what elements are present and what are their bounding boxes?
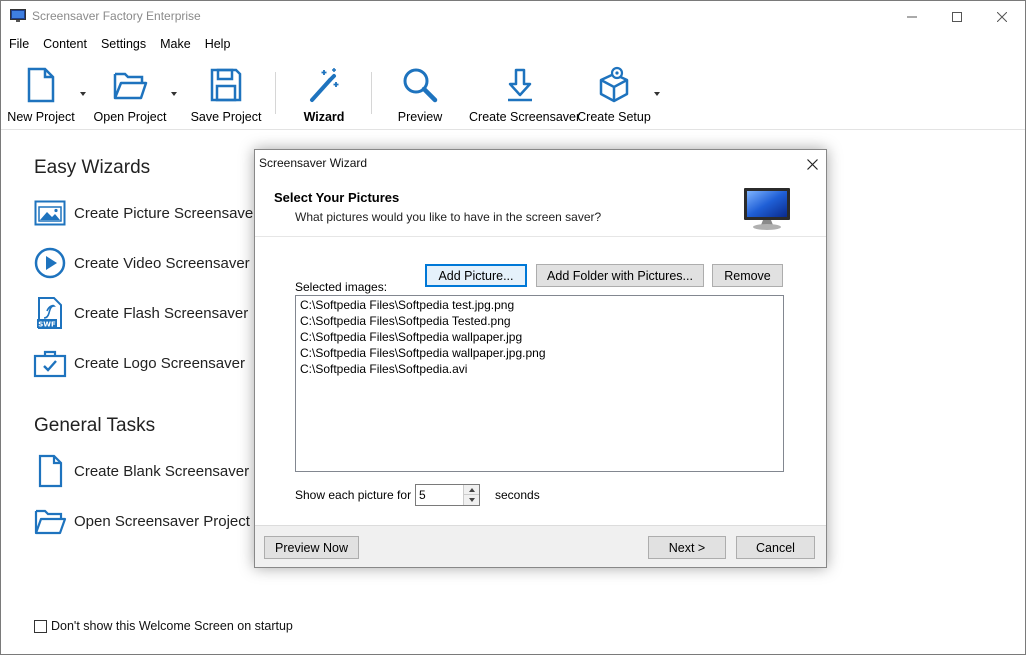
- monitor-icon: [744, 188, 790, 230]
- list-item[interactable]: C:\Softpedia Files\Softpedia test.jpg.pn…: [300, 297, 783, 313]
- selected-images-label: Selected images:: [295, 280, 388, 294]
- magnifier-icon: [403, 68, 438, 103]
- show-each-label: Show each picture for: [295, 488, 412, 502]
- folder-open-icon: [34, 509, 67, 535]
- close-icon: [997, 11, 1007, 22]
- list-item[interactable]: C:\Softpedia Files\Softpedia wallpaper.j…: [300, 345, 783, 361]
- selected-images-list[interactable]: C:\Softpedia Files\Softpedia test.jpg.pn…: [295, 295, 784, 472]
- create-logo-screensaver-link[interactable]: Create Logo Screensaver: [33, 346, 245, 380]
- save-disk-icon: [210, 68, 242, 102]
- open-project-button[interactable]: Open Project: [93, 66, 167, 130]
- task-label: Create Picture Screensaver: [74, 204, 259, 222]
- add-picture-button[interactable]: Add Picture...: [425, 264, 527, 287]
- open-folder-icon: [113, 72, 148, 100]
- app-monitor-icon: [10, 9, 26, 22]
- startup-checkbox-row[interactable]: Don't show this Welcome Screen on startu…: [34, 619, 293, 633]
- general-tasks-heading: General Tasks: [34, 415, 156, 436]
- new-document-icon: [27, 67, 55, 103]
- cancel-button[interactable]: Cancel: [736, 536, 815, 559]
- app-window: Screensaver Factory Enterprise File Cont…: [0, 0, 1026, 655]
- screensaver-wizard-dialog: Screensaver Wizard Select Your Pictures …: [254, 149, 827, 568]
- spinner-buttons: [463, 485, 479, 505]
- task-label: Create Logo Screensaver: [74, 354, 245, 372]
- menu-settings[interactable]: Settings: [94, 34, 153, 54]
- arrow-down-icon: [468, 498, 475, 502]
- briefcase-check-icon: [33, 350, 67, 378]
- menu-bar: File Content Settings Make Help: [1, 34, 237, 54]
- minimize-icon: [907, 16, 917, 17]
- toolbar-separator: [371, 72, 372, 114]
- menu-content[interactable]: Content: [36, 34, 94, 54]
- open-screensaver-project-link[interactable]: Open Screensaver Project: [33, 504, 250, 538]
- title-bar: Screensaver Factory Enterprise: [1, 1, 1025, 32]
- startup-checkbox[interactable]: [34, 619, 47, 633]
- menu-help[interactable]: Help: [198, 34, 238, 54]
- menu-file[interactable]: File: [1, 34, 36, 54]
- list-item[interactable]: C:\Softpedia Files\Softpedia.avi: [300, 361, 783, 377]
- blank-document-icon: [38, 454, 63, 488]
- seconds-value[interactable]: 5: [419, 488, 426, 502]
- create-screensaver-button[interactable]: Create Screensaver: [469, 66, 581, 130]
- svg-text:SWF: SWF: [38, 321, 56, 329]
- task-label: Create Blank Screensaver: [74, 462, 250, 480]
- picture-icon: [34, 200, 66, 226]
- startup-checkbox-label: Don't show this Welcome Screen on startu…: [51, 619, 293, 633]
- preview-now-button[interactable]: Preview Now: [264, 536, 359, 559]
- play-circle-icon: [34, 247, 66, 279]
- setup-box-icon: [599, 66, 629, 103]
- wizard-label: Wizard: [303, 110, 345, 124]
- header-separator: [255, 236, 826, 237]
- new-project-dropdown-arrow[interactable]: [80, 92, 86, 96]
- create-video-screensaver-link[interactable]: Create Video Screensaver: [33, 246, 250, 280]
- seconds-label: seconds: [495, 488, 540, 502]
- maximize-icon: [952, 11, 962, 22]
- minimize-button[interactable]: [889, 1, 935, 32]
- new-project-label: New Project: [7, 110, 75, 124]
- wizard-button[interactable]: Wizard: [291, 66, 357, 130]
- add-folder-button[interactable]: Add Folder with Pictures...: [536, 264, 704, 287]
- close-button[interactable]: [979, 1, 1025, 32]
- new-project-button[interactable]: New Project: [5, 66, 77, 130]
- create-setup-button[interactable]: Create Setup: [577, 66, 651, 130]
- list-item[interactable]: C:\Softpedia Files\Softpedia Tested.png: [300, 313, 783, 329]
- preview-label: Preview: [397, 110, 443, 124]
- task-label: Create Flash Screensaver: [74, 304, 249, 322]
- easy-wizards-heading: Easy Wizards: [34, 157, 151, 178]
- dialog-title: Screensaver Wizard: [259, 156, 368, 170]
- window-title: Screensaver Factory Enterprise: [32, 9, 201, 23]
- menu-make[interactable]: Make: [153, 34, 198, 54]
- seconds-spinner[interactable]: 5: [415, 484, 480, 506]
- create-screensaver-label: Create Screensaver: [469, 110, 581, 124]
- dialog-close-button[interactable]: [801, 153, 823, 175]
- maximize-button[interactable]: [934, 1, 980, 32]
- list-item[interactable]: C:\Softpedia Files\Softpedia wallpaper.j…: [300, 329, 783, 345]
- create-setup-label: Create Setup: [577, 110, 651, 124]
- open-project-dropdown-arrow[interactable]: [171, 92, 177, 96]
- open-project-label: Open Project: [93, 110, 167, 124]
- preview-button[interactable]: Preview: [387, 66, 453, 130]
- download-arrow-icon: [508, 68, 532, 102]
- magic-wand-icon: [310, 68, 339, 102]
- arrow-up-icon: [468, 487, 475, 492]
- spinner-up-button[interactable]: [464, 485, 479, 495]
- create-blank-screensaver-link[interactable]: Create Blank Screensaver: [33, 454, 249, 488]
- create-setup-dropdown-arrow[interactable]: [654, 92, 660, 96]
- create-flash-screensaver-link[interactable]: SWF Create Flash Screensaver: [33, 296, 248, 330]
- create-picture-screensaver-link[interactable]: Create Picture Screensaver: [33, 196, 258, 230]
- task-label: Create Video Screensaver: [74, 254, 250, 272]
- remove-button[interactable]: Remove: [712, 264, 783, 287]
- dialog-subheading: What pictures would you like to have in …: [295, 210, 602, 224]
- save-project-label: Save Project: [190, 110, 262, 124]
- toolbar-separator: [275, 72, 276, 114]
- close-icon: [806, 158, 818, 170]
- swf-file-icon: SWF: [37, 297, 62, 329]
- dialog-heading: Select Your Pictures: [274, 190, 400, 205]
- task-label: Open Screensaver Project: [74, 512, 250, 530]
- dialog-footer: Preview Now Next > Cancel: [255, 525, 826, 567]
- spinner-down-button[interactable]: [464, 495, 479, 505]
- next-button[interactable]: Next >: [648, 536, 726, 559]
- save-project-button[interactable]: Save Project: [189, 66, 263, 130]
